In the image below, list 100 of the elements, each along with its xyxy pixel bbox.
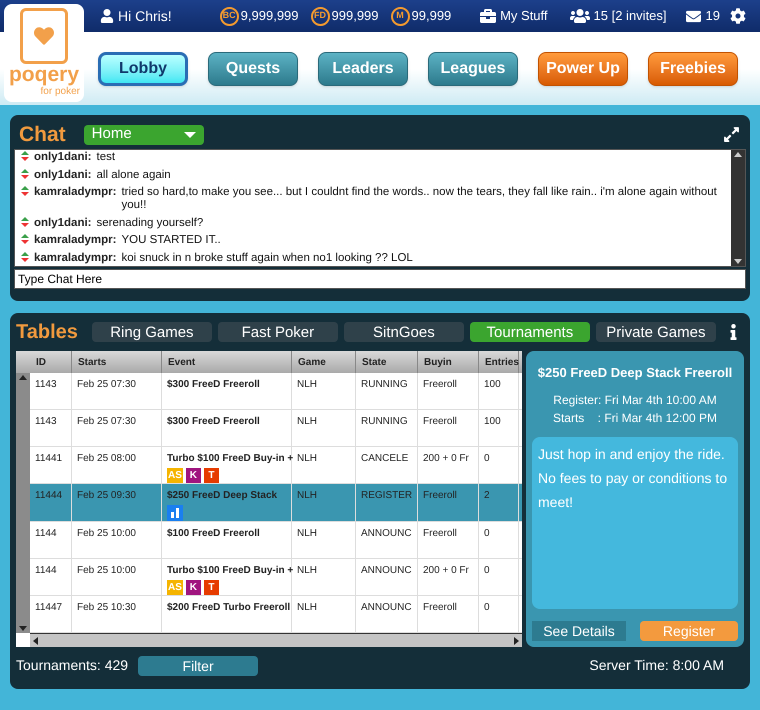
tag-badge: K <box>186 468 201 483</box>
table-cell: Feb 25 07:30 <box>77 379 136 390</box>
table-cell: 100 <box>484 379 501 390</box>
table-row[interactable]: 11441 Feb 25 08:00 Turbo $100 FreeD Buy-in + AS K T NLH CANCELE 200 + 0 Fr 0 <box>30 447 522 484</box>
table-cell: 1144 <box>35 528 57 539</box>
table-cell: NLH <box>297 416 318 427</box>
tag-badge: T <box>204 580 219 595</box>
table-cell: 0 <box>484 565 490 576</box>
chat-username[interactable]: only1dani: <box>34 151 92 164</box>
table-tab[interactable]: Fast Poker <box>218 322 338 342</box>
table-cell: RUNNING <box>361 379 408 390</box>
tag-badge: AS <box>167 580 183 595</box>
info-icon[interactable] <box>729 324 738 340</box>
table-cell: 11447 <box>35 602 62 613</box>
description: Just hop in and enjoy the ride. No fees to pay or conditions to meet! <box>538 446 728 510</box>
see-details-button[interactable]: See Details <box>532 621 626 641</box>
people-icon[interactable] <box>570 8 590 24</box>
table-cell: 100 <box>484 416 501 427</box>
my-stuff-link[interactable]: My Stuff <box>500 6 548 26</box>
logo-text: poqery <box>8 64 79 86</box>
table-cell: Freeroll <box>423 379 457 390</box>
currency-amount: 99,999 <box>412 7 452 26</box>
table-cell: 1143 <box>35 379 57 390</box>
table-cell: Turbo $100 FreeD Buy-in + <box>167 565 294 576</box>
vote-icon[interactable] <box>21 252 29 262</box>
currency-coin: BC <box>220 6 239 26</box>
table-cell: ANNOUNC <box>361 602 412 613</box>
chat-username[interactable]: kamraladympr: <box>34 252 116 265</box>
chat-username[interactable]: kamraladympr: <box>34 186 116 200</box>
caret-icon <box>184 132 196 138</box>
tag-badge: T <box>204 468 219 483</box>
table-row[interactable]: 11447 Feb 25 10:30 $200 FreeD Turbo Freeroll NLH ANNOUNC Freeroll 0 <box>30 596 522 633</box>
chat-username[interactable]: only1dani: <box>34 168 92 182</box>
table-row[interactable]: 1143 Feb 25 07:30 $300 FreeD Freeroll NLH RUNNING Freeroll 100 <box>30 373 522 410</box>
currency-coin: FD <box>310 6 330 26</box>
greeting: Hi Chris! <box>118 6 172 26</box>
table-cell: Freeroll <box>423 528 457 539</box>
envelope-icon[interactable] <box>684 8 702 24</box>
table-cell: Feb 25 07:30 <box>77 416 136 427</box>
chat-username[interactable]: kamraladympr: <box>34 234 116 248</box>
chat-message: koi snuck in n broke stuff again when no1 looking ?? LOL <box>121 252 413 265</box>
scrollbar[interactable] <box>731 150 745 266</box>
table-tab[interactable]: SitnGoes <box>344 322 464 342</box>
currency-amount: 999,999 <box>332 7 379 26</box>
table-cell: RUNNING <box>361 416 408 427</box>
table-row[interactable]: 11444 Feb 25 09:30 $250 FreeD Deep Stack NLH REGISTER Freeroll 2 <box>30 484 522 522</box>
heart-icon <box>33 26 55 46</box>
table-cell: ANNOUNC <box>361 528 412 539</box>
tag-badge: K <box>186 580 201 595</box>
table-cell: Feb 25 09:30 <box>77 490 136 501</box>
chat-message: YOU STARTED IT.. <box>121 234 221 248</box>
chat-message: all alone again <box>96 168 171 182</box>
table-cell: $300 FreeD Freeroll <box>167 416 260 427</box>
chat-message: test <box>96 151 116 164</box>
table-cell: NLH <box>297 490 318 501</box>
vote-icon[interactable] <box>21 216 29 227</box>
vote-icon[interactable] <box>21 168 29 179</box>
tournament-count: Tournaments: 429 <box>16 656 128 675</box>
table-tab[interactable]: Private Games <box>596 322 716 342</box>
currency-amount: 9,999,999 <box>240 7 299 26</box>
table-cell: $300 FreeD Freeroll <box>167 379 260 390</box>
expand-icon[interactable] <box>723 126 740 143</box>
briefcase-icon[interactable] <box>480 8 496 24</box>
table-row[interactable]: 1144 Feb 25 10:00 $100 FreeD Freeroll NLH ANNOUNC Freeroll 0 <box>30 522 522 559</box>
horizontal-scrollbar[interactable] <box>30 633 522 647</box>
chat-input[interactable]: Type Chat Here <box>14 269 746 289</box>
vote-icon[interactable] <box>21 234 29 244</box>
detail-title: $250 FreeD Deep Stack Freeroll <box>536 364 734 382</box>
table-cell: Feb 25 08:00 <box>77 453 136 464</box>
table-cell: REGISTER <box>361 490 412 501</box>
table-cell: Feb 25 10:30 <box>77 602 136 613</box>
table-cell: 1143 <box>35 416 57 427</box>
table-cell: 0 <box>484 528 490 539</box>
table-cell: 1144 <box>35 565 57 576</box>
user-icon <box>100 9 114 23</box>
vote-icon[interactable] <box>21 186 29 196</box>
chat-message: serenading yourself? <box>96 216 204 230</box>
chat-username[interactable]: only1dani: <box>34 216 92 230</box>
table-cell: 2 <box>484 490 490 501</box>
vertical-scrollbar[interactable] <box>16 373 30 633</box>
settings-icon[interactable] <box>730 8 746 24</box>
table-row[interactable]: 1144 Feb 25 10:00 Turbo $100 FreeD Buy-in + AS K T NLH ANNOUNC 200 + 0 Fr 0 <box>30 559 522 596</box>
table-cell: $100 FreeD Freeroll <box>167 528 260 539</box>
table-cell: 11441 <box>35 453 62 464</box>
nav-button[interactable]: Lobby <box>98 52 188 86</box>
table-row[interactable]: 1143 Feb 25 07:30 $300 FreeD Freeroll NLH RUNNING Freeroll 100 <box>30 410 522 447</box>
table-cell: 11444 <box>35 490 62 501</box>
friends-count[interactable]: 15 [2 invites] <box>594 6 667 26</box>
table-cell: Feb 25 10:00 <box>77 528 136 539</box>
table-cell: NLH <box>297 379 318 390</box>
tag-badge: AS <box>167 468 183 483</box>
table-cell: Turbo $100 FreeD Buy-in + <box>167 453 294 464</box>
table-tab[interactable]: Ring Games <box>92 322 212 342</box>
table-cell: Freeroll <box>423 490 457 501</box>
table-cell: CANCELE <box>361 453 408 464</box>
filter-button[interactable]: Filter <box>138 656 258 676</box>
chat-message: tried so hard,to make you see... but I couldnt find the words.. now the tears, they fall like rain.. i'm alone again without you!! <box>121 186 718 212</box>
vote-icon[interactable] <box>21 151 29 161</box>
server-time: Server Time: 8:00 AM <box>589 656 724 675</box>
table-cell: NLH <box>297 602 318 613</box>
